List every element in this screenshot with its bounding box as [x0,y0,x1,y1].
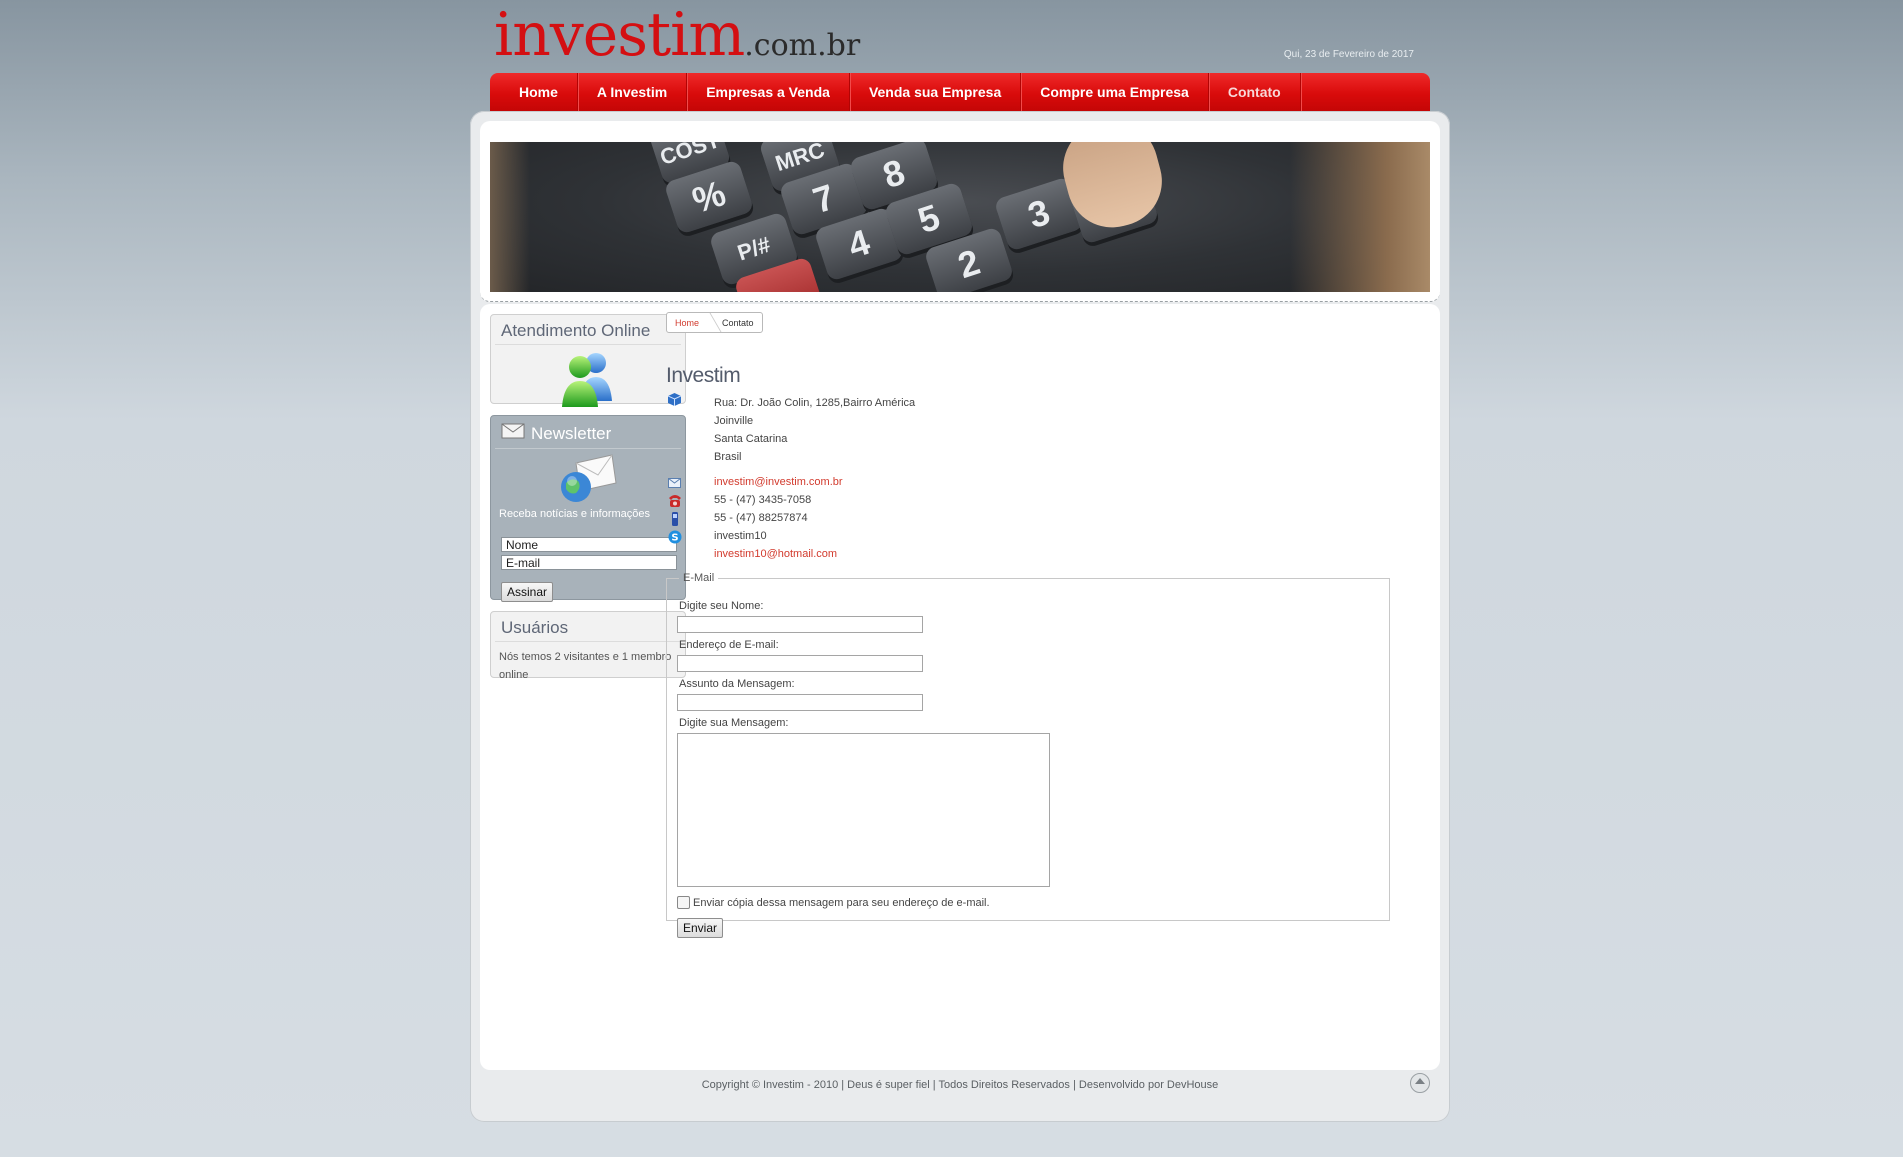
contact-email-link[interactable]: investim@investim.com.br [714,473,843,491]
address-state: Santa Catarina [714,433,788,445]
users-online-text: Nós temos 2 visitantes e 1 membro online [499,651,672,681]
online-support-module: Atendimento Online [490,314,686,407]
nav-item-a-investim[interactable]: A Investim [578,73,688,111]
nav-item-contato[interactable]: Contato [1209,73,1301,111]
skype-icon: S [668,530,682,544]
email-input[interactable] [677,655,923,672]
envelope-icon [501,422,525,445]
content-area: Atendimento Online Newsletter Receba not… [480,304,1440,1070]
site-logo[interactable]: investim.com.br [494,0,860,70]
footer-text: Copyright © Investim - 2010 | Deus é sup… [701,1079,1219,1091]
contact-phone-row: 55 - (47) 3435-7058 [666,491,1066,509]
contact-msn-link[interactable]: investim10@hotmail.com [714,545,837,563]
newsletter-header: Newsletter [495,416,681,449]
messenger-users-icon[interactable] [556,349,620,407]
newsletter-email-input[interactable] [501,555,677,570]
subject-label: Assunto da Mensagem: [679,678,795,690]
svg-text:S: S [671,533,678,544]
nav-item-venda-sua-empresa[interactable]: Venda sua Empresa [850,73,1022,111]
contact-email-row: investim@investim.com.br [666,473,1066,491]
send-button[interactable]: Enviar [677,918,724,938]
users-module: Usuários Nós temos 2 visitantes e 1 memb… [490,611,686,681]
message-textarea[interactable] [677,733,1050,887]
address-block: Rua: Dr. João Colin, 1285,Bairro América… [714,394,915,466]
logo-suffix-text: .com.br [744,28,861,63]
newsletter-title: Newsletter [531,423,612,443]
main-frame: COST MRC % 7 8 P/# 4 5 3 2 + Atendimento… [470,111,1450,1122]
address-street: Rua: Dr. João Colin, 1285,Bairro América [714,397,916,409]
copy-checkbox[interactable] [677,896,690,909]
contact-msn-row: investim10@hotmail.com [666,545,1066,563]
contact-mobile: 55 - (47) 88257874 [714,512,808,524]
current-date: Qui, 23 de Fevereiro de 2017 [1283,49,1414,60]
address-city: Joinville [714,415,754,427]
newsletter-name-input[interactable] [501,537,677,552]
mobile-phone-icon [668,512,681,526]
telephone-icon [668,494,681,507]
logo-main-text: investim [494,0,745,70]
nav-item-empresas-a-venda[interactable]: Empresas a Venda [687,73,850,111]
box-icon [667,393,682,406]
name-label: Digite seu Nome: [679,600,764,612]
online-support-title: Atendimento Online [495,315,681,345]
email-label: Endereço de E-mail: [679,639,779,651]
page-wrapper: investim.com.br Qui, 23 de Fevereiro de … [470,0,1450,1157]
breadcrumb: Home Contato [666,312,763,333]
main-nav: Home A Investim Empresas a Venda Venda s… [490,73,1430,111]
contact-form: E-Mail Digite seu Nome: Endereço de E-ma… [666,572,1390,938]
newsletter-globe-icon [558,453,618,505]
breadcrumb-home-link[interactable]: Home [667,318,707,328]
message-label: Digite sua Mensagem: [679,717,789,729]
contact-phone: 55 - (47) 3435-7058 [714,494,812,506]
nav-item-home[interactable]: Home [500,73,578,111]
contact-form-legend: E-Mail [683,572,715,584]
back-to-top-icon[interactable] [1410,1073,1430,1093]
breadcrumb-current: Contato [722,317,754,328]
banner-image: COST MRC % 7 8 P/# 4 5 3 2 + [490,142,1430,292]
nav-item-compre-uma-empresa[interactable]: Compre uma Empresa [1021,73,1209,111]
page-title: Investim [666,364,741,387]
contact-skype[interactable]: investim10 [714,527,767,545]
contact-mobile-row: 55 - (47) 88257874 [666,509,1066,527]
contact-skype-row: S investim10 [666,527,1066,545]
email-icon [668,476,681,488]
address-country: Brasil [714,451,742,463]
name-input[interactable] [677,616,923,633]
newsletter-text: Receba notícias e informações [499,508,651,520]
subject-input[interactable] [677,694,923,711]
users-title: Usuários [495,612,681,642]
banner-container: COST MRC % 7 8 P/# 4 5 3 2 + [480,121,1440,302]
copy-checkbox-label: Enviar cópia dessa mensagem para seu end… [693,897,990,909]
newsletter-submit-button[interactable]: Assinar [501,582,554,602]
newsletter-module: Newsletter Receba notícias e informações [490,415,686,602]
